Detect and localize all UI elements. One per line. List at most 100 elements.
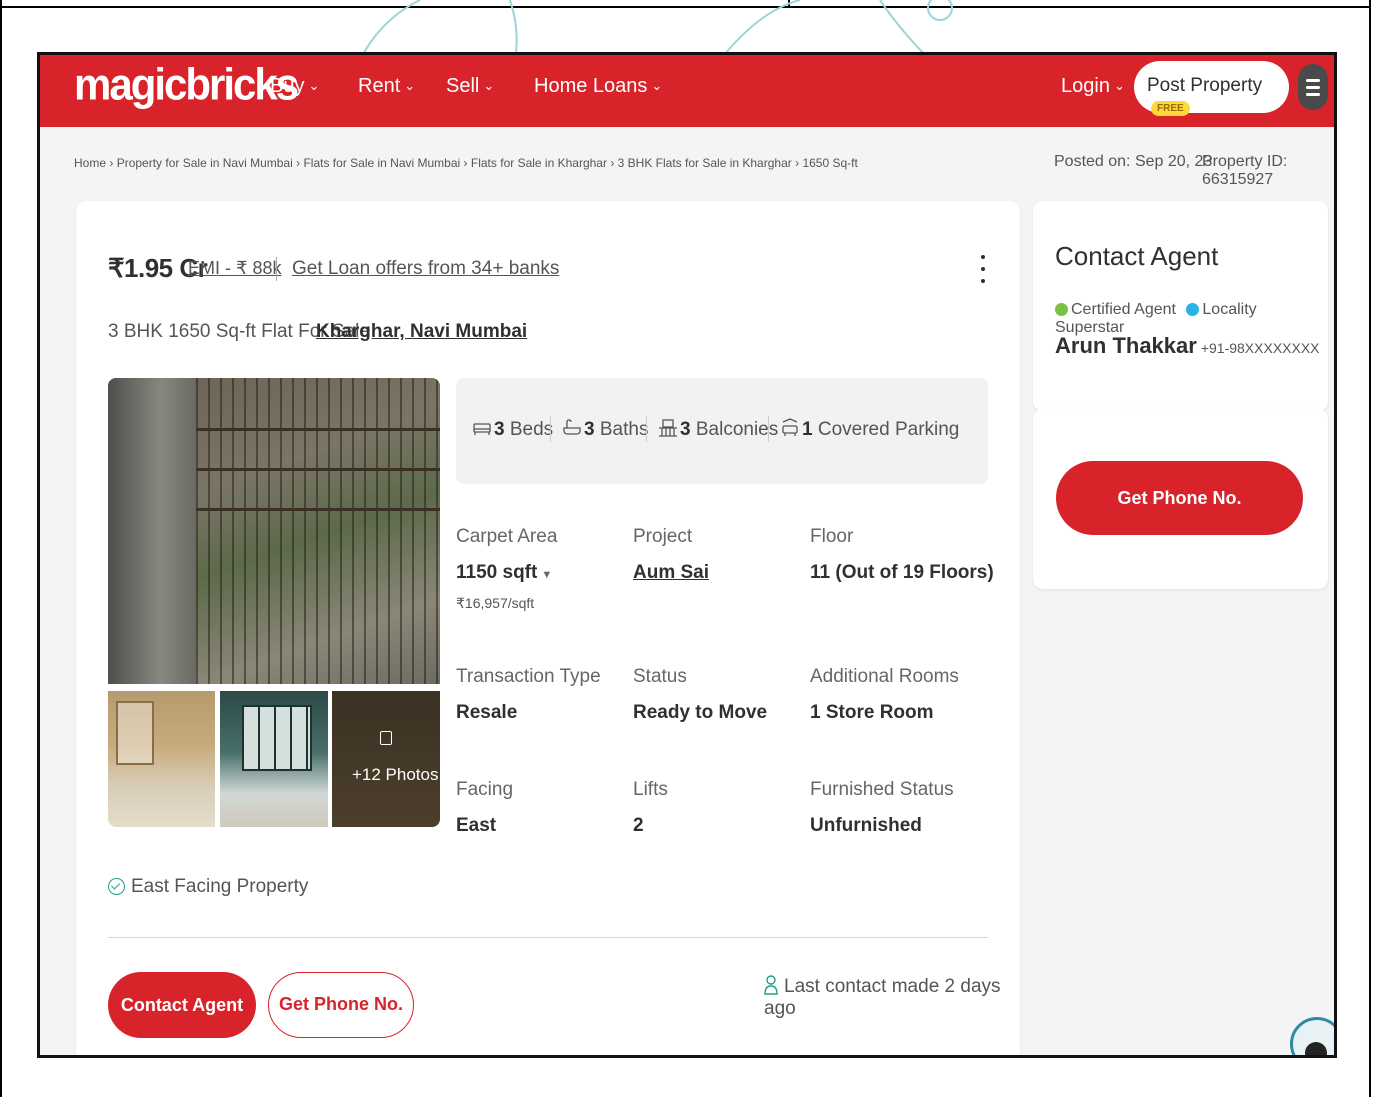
agent-name: Arun Thakkar: [1055, 333, 1197, 358]
additional-rooms-label: Additional Rooms: [810, 666, 959, 687]
balcony-railing: [196, 378, 440, 684]
carpet-area-label: Carpet Area: [456, 526, 558, 547]
superstar-icon: [1186, 303, 1200, 316]
hamburger-menu-icon[interactable]: [1298, 64, 1328, 110]
railing-bar: [196, 428, 440, 431]
free-badge: FREE: [1151, 101, 1190, 116]
breadcrumb-flats-kharghar[interactable]: Flats for Sale in Kharghar: [471, 156, 607, 170]
divider: [550, 416, 551, 442]
locality-link[interactable]: Kharghar, Navi Mumbai: [316, 321, 527, 343]
floor-value: 11 (Out of 19 Floors): [810, 562, 994, 583]
chevron-down-icon: ⌄: [308, 78, 320, 93]
picture-icon: [380, 731, 392, 745]
floor-label: Floor: [810, 526, 854, 547]
transaction-type-label: Transaction Type: [456, 666, 601, 687]
photo-thumbnail[interactable]: [108, 691, 215, 827]
chevron-down-icon: ⌄: [651, 78, 663, 93]
furnished-status-label: Furnished Status: [810, 779, 954, 800]
contact-agent-button[interactable]: Contact Agent: [108, 972, 256, 1038]
carpet-area-value[interactable]: 1150 sqft ▼: [456, 562, 552, 584]
divider: [646, 416, 647, 442]
posted-date: Posted on: Sep 20, 23: [1054, 153, 1213, 170]
price-per-sqft: ₹16,957/sqft: [456, 595, 535, 611]
amenity-parking: 1 Covered Parking: [780, 418, 959, 441]
last-contact-text: Last contact made 2 days ago: [764, 976, 1001, 1019]
divider: [276, 257, 277, 281]
project-link[interactable]: Aum Sai: [633, 562, 709, 584]
main-photo[interactable]: [108, 378, 440, 684]
person-icon: [764, 975, 778, 995]
get-phone-card: Get Phone No.: [1033, 409, 1328, 589]
chat-assistant-icon[interactable]: [1290, 1017, 1334, 1055]
caret-down-icon: ▼: [541, 569, 553, 581]
facing-value: East: [456, 815, 497, 836]
railing-bar: [196, 508, 440, 511]
login-label: Login: [1061, 75, 1110, 97]
parking-label: Covered Parking: [817, 419, 960, 440]
breadcrumb-separator: ›: [296, 156, 301, 170]
beds-label: Beds: [509, 419, 554, 440]
certified-label: Certified Agent: [1071, 301, 1176, 318]
breadcrumb-3bhk-kharghar[interactable]: 3 BHK Flats for Sale in Kharghar: [618, 156, 792, 170]
balconies-label: Balconies: [695, 419, 779, 440]
window: [242, 705, 312, 771]
loan-offers-link[interactable]: Get Loan offers from 34+ banks: [292, 258, 559, 280]
carpet-area-text: 1150 sqft: [456, 562, 538, 583]
more-options-icon[interactable]: [974, 253, 990, 285]
balcony-wall: [108, 378, 196, 684]
breadcrumb-flats-navi-mumbai[interactable]: Flats for Sale in Navi Mumbai: [303, 156, 460, 170]
baths-count: 3: [584, 419, 595, 440]
property-id: Property ID: 66315927: [1202, 153, 1288, 188]
baths-label: Baths: [599, 419, 649, 440]
emi-link[interactable]: EMI - ₹ 88k: [188, 258, 281, 279]
contact-agent-title: Contact Agent: [1055, 241, 1219, 271]
sidebar-get-phone-button[interactable]: Get Phone No.: [1056, 461, 1303, 535]
breadcrumb-separator: ›: [610, 156, 615, 170]
contact-agent-card: Contact Agent Certified Agent Locality S…: [1033, 201, 1328, 411]
car-icon: [782, 418, 798, 436]
status-value: Ready to Move: [633, 702, 768, 723]
agent-badges: Certified Agent Locality Superstar: [1055, 301, 1328, 337]
facing-label: Facing: [456, 779, 514, 800]
magicbricks-logo[interactable]: magicbricks: [74, 60, 299, 110]
additional-rooms-value: 1 Store Room: [810, 702, 934, 723]
east-facing-text: East Facing Property: [131, 876, 309, 897]
last-contact-info: Last contact made 2 days ago: [764, 975, 1020, 1020]
furnished-status-value: Unfurnished: [810, 815, 922, 836]
more-photos-thumbnail[interactable]: +12 Photos: [332, 691, 440, 827]
nav-sell[interactable]: Sell ⌄: [446, 75, 494, 98]
breadcrumb-separator: ›: [795, 156, 800, 170]
parking-count: 1: [802, 419, 813, 440]
nav-buy-label: Buy: [270, 75, 305, 97]
nav-sell-label: Sell: [446, 75, 480, 97]
nav-rent[interactable]: Rent ⌄: [358, 75, 415, 98]
nav-buy[interactable]: Buy ⌄: [270, 75, 319, 98]
login-menu[interactable]: Login ⌄: [1061, 75, 1125, 98]
lifts-label: Lifts: [633, 779, 668, 800]
amenity-baths: 3 Baths: [562, 418, 648, 441]
agent-name-row: Arun Thakkar +91-98XXXXXXXX: [1055, 333, 1320, 359]
photo-thumbnail[interactable]: [220, 691, 328, 827]
check-circle-icon: [108, 878, 125, 895]
post-property-button[interactable]: Post Property FREE: [1134, 61, 1289, 116]
chevron-down-icon: ⌄: [404, 78, 416, 93]
get-phone-button[interactable]: Get Phone No.: [268, 972, 414, 1038]
beds-count: 3: [494, 419, 505, 440]
background-decoration: [359, 0, 953, 60]
east-facing-note: East Facing Property: [108, 876, 308, 898]
transaction-type-value: Resale: [456, 702, 518, 723]
certified-icon: [1055, 303, 1068, 316]
browser-screenshot: magicbricks Buy ⌄ Rent ⌄ Sell ⌄ Home Loans ⌄…: [37, 52, 1337, 1058]
railing-bar: [196, 468, 440, 471]
breadcrumb-property-sale-navi-mumbai[interactable]: Property for Sale in Navi Mumbai: [117, 156, 293, 170]
chevron-down-icon: ⌄: [1113, 78, 1125, 93]
site-header: magicbricks Buy ⌄ Rent ⌄ Sell ⌄ Home Loans ⌄…: [40, 55, 1334, 127]
breadcrumb-current: 1650 Sq-ft: [802, 156, 858, 170]
breadcrumb-separator: ›: [463, 156, 468, 170]
balcony-icon: [659, 419, 677, 437]
breadcrumb-home[interactable]: Home: [74, 156, 106, 170]
amenity-balconies: 3 Balconies: [658, 418, 778, 441]
bathtub-icon: [563, 419, 581, 435]
nav-home-loans[interactable]: Home Loans ⌄: [534, 75, 662, 98]
breadcrumb-separator: ›: [109, 156, 114, 170]
